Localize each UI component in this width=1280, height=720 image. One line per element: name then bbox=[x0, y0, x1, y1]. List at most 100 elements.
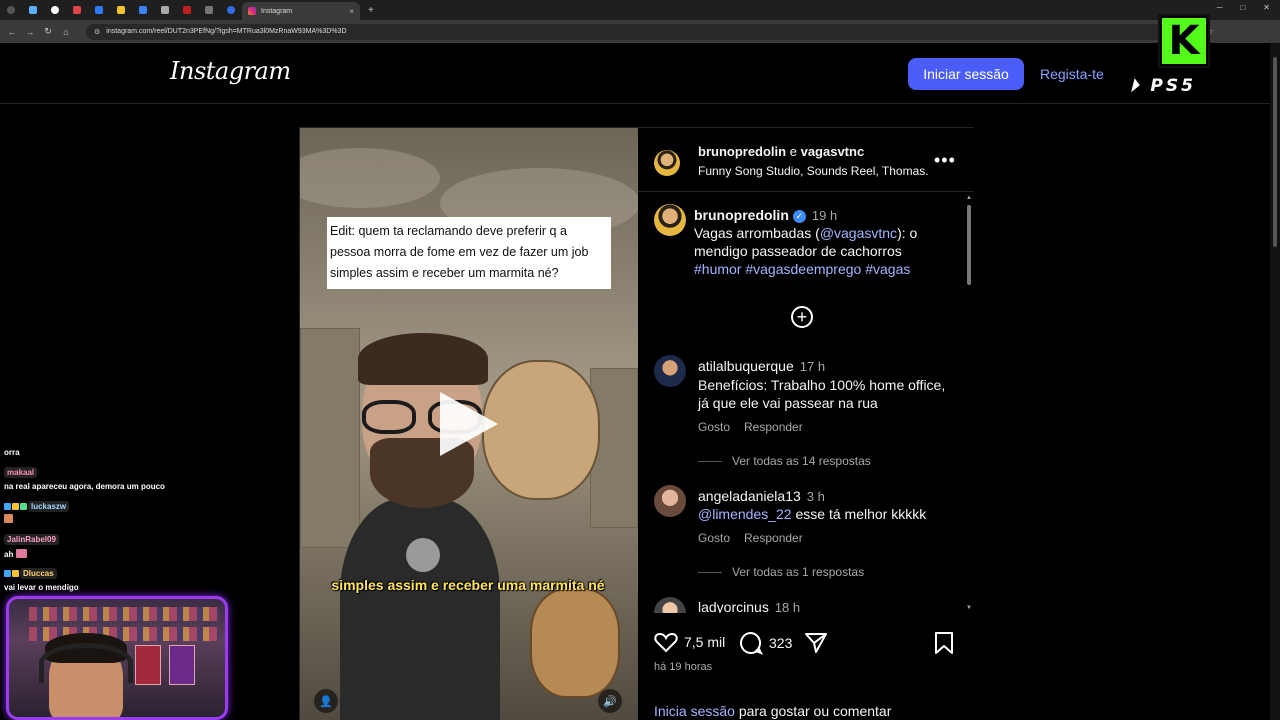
caption-avatar[interactable] bbox=[654, 204, 686, 236]
add-icon[interactable]: + bbox=[791, 306, 813, 328]
comment-username[interactable]: angeladaniela13 bbox=[698, 488, 801, 504]
login-button[interactable]: Iniciar sessão bbox=[908, 58, 1024, 90]
chat-emote bbox=[4, 514, 14, 524]
man-hair bbox=[358, 333, 488, 385]
instagram-logo[interactable]: Instagram bbox=[170, 57, 291, 85]
play-icon[interactable] bbox=[440, 392, 498, 456]
reply-button[interactable]: Responder bbox=[744, 420, 803, 434]
chat-username: Dluccas bbox=[20, 568, 57, 579]
save-button[interactable] bbox=[934, 631, 954, 655]
author-avatar[interactable] bbox=[654, 150, 680, 176]
share-button[interactable] bbox=[804, 631, 828, 655]
reel-video[interactable]: Edit: quem ta reclamando deve preferir q… bbox=[300, 128, 638, 720]
chat-message-row: ah bbox=[4, 549, 28, 559]
page-scrollbar[interactable] bbox=[1270, 43, 1280, 720]
back-icon[interactable]: ← bbox=[6, 27, 18, 37]
page-scrollbar-thumb[interactable] bbox=[1273, 57, 1277, 247]
caption-username[interactable]: brunopredolin bbox=[694, 207, 789, 223]
send-icon bbox=[805, 633, 827, 653]
reload-icon[interactable]: ↻ bbox=[42, 26, 54, 37]
chat-username: makaal bbox=[4, 467, 38, 478]
tab-favicon-7[interactable] bbox=[154, 2, 176, 18]
video-cloud bbox=[300, 148, 440, 208]
view-replies-label[interactable]: Ver todas as 14 respostas bbox=[732, 454, 871, 468]
reply-button[interactable]: Responder bbox=[744, 531, 803, 545]
more-options-icon[interactable]: ••• bbox=[934, 150, 956, 171]
like-comment-button[interactable]: Gosto bbox=[698, 531, 730, 545]
caption-text-part: Vagas arrombadas ( bbox=[694, 225, 820, 241]
caption-hashtags[interactable]: #humor #vagasdeemprego #vagas bbox=[694, 261, 910, 277]
tab-favicon-6[interactable] bbox=[132, 2, 154, 18]
tab-search-icon[interactable] bbox=[0, 2, 22, 18]
comment-username[interactable]: atilalbuquerque bbox=[698, 358, 794, 374]
view-replies[interactable]: Ver todas as 14 respostas bbox=[698, 454, 871, 468]
caption-mention[interactable]: @vagasvtnc bbox=[820, 225, 897, 241]
verified-icon: ✓ bbox=[792, 210, 806, 223]
chat-badge-icon bbox=[4, 570, 11, 577]
like-button[interactable]: 7,5 mil bbox=[654, 631, 725, 653]
browser-tab-bar: Instagram × + ─ □ ✕ bbox=[0, 0, 1280, 20]
forward-icon[interactable]: → bbox=[24, 27, 36, 37]
maximize-icon[interactable]: □ bbox=[1240, 3, 1245, 12]
chat-badge-icon bbox=[4, 503, 11, 510]
tagged-user-icon[interactable]: 👤 bbox=[314, 689, 338, 713]
view-replies-label[interactable]: Ver todas as 1 respostas bbox=[732, 565, 864, 579]
tab-instagram[interactable]: Instagram × bbox=[242, 2, 360, 20]
post-actions: 7,5 mil 323 há 19 horas Inicia sessão pa… bbox=[638, 614, 974, 720]
heart-icon bbox=[654, 632, 678, 653]
url-text: instagram.com/reel/DUT2n3PEfNg/?igsh=MTR… bbox=[106, 28, 347, 35]
new-tab-button[interactable]: + bbox=[368, 5, 374, 16]
chat-username: luckaszw bbox=[28, 501, 70, 512]
post-authors: brunopredolin e vagasvtnc bbox=[698, 144, 864, 159]
comment-avatar[interactable] bbox=[654, 355, 686, 387]
login-prompt: Inicia sessão para gostar ou comentar bbox=[654, 703, 891, 719]
tab-favicon-8[interactable] bbox=[176, 2, 198, 18]
chat-message: ah bbox=[4, 550, 14, 559]
post-age: há 19 horas bbox=[654, 661, 713, 673]
tab-favicon-1[interactable] bbox=[22, 2, 44, 18]
url-field[interactable]: ⚙ instagram.com/reel/DUT2n3PEfNg/?igsh=M… bbox=[86, 23, 1166, 40]
like-comment-button[interactable]: Gosto bbox=[698, 420, 730, 434]
site-info-icon[interactable]: ⚙ bbox=[94, 28, 100, 36]
scroll-down-icon[interactable]: ▼ bbox=[966, 605, 972, 611]
comment-button[interactable]: 323 bbox=[739, 631, 792, 655]
minimize-icon[interactable]: ─ bbox=[1217, 3, 1223, 12]
author-link-2[interactable]: vagasvtnc bbox=[801, 144, 865, 159]
login-prompt-link[interactable]: Inicia sessão bbox=[654, 703, 735, 719]
tab-favicon-5[interactable] bbox=[110, 2, 132, 18]
streamer-webcam bbox=[6, 596, 228, 720]
comment-avatar[interactable] bbox=[654, 597, 686, 613]
tab-favicon-10[interactable] bbox=[220, 2, 242, 18]
comment-actions: Gosto Responder bbox=[698, 531, 803, 545]
tab-title: Instagram bbox=[261, 7, 293, 15]
comment-mention[interactable]: @limendes_22 bbox=[698, 506, 792, 522]
comment-icon bbox=[740, 631, 763, 655]
ps5-label: PS5 bbox=[1150, 76, 1196, 96]
tab-favicon-9[interactable] bbox=[198, 2, 220, 18]
comments-count: 323 bbox=[769, 635, 793, 651]
window-close-icon[interactable]: ✕ bbox=[1263, 3, 1270, 12]
comments-scrollbar-thumb[interactable] bbox=[967, 205, 971, 285]
author-link-1[interactable]: brunopredolin bbox=[698, 144, 786, 159]
tab-close-icon[interactable]: × bbox=[349, 7, 354, 16]
home-icon[interactable]: ⌂ bbox=[60, 27, 72, 37]
man-shirt bbox=[340, 498, 500, 720]
signup-link[interactable]: Regista-te bbox=[1040, 66, 1104, 82]
instagram-header: Instagram Iniciar sessão Regista-te bbox=[0, 43, 1270, 104]
comment-avatar[interactable] bbox=[654, 485, 686, 517]
comment-text: Benefícios: Trabalho 100% home office, j… bbox=[698, 377, 946, 411]
comments-scrollbar[interactable]: ▲ ▼ bbox=[965, 193, 973, 613]
video-caption-box: Edit: quem ta reclamando deve preferir q… bbox=[327, 217, 611, 289]
bookmark-icon bbox=[935, 632, 953, 654]
webcam-poster bbox=[135, 645, 161, 685]
scroll-up-icon[interactable]: ▲ bbox=[966, 195, 972, 201]
tab-favicon-3[interactable] bbox=[66, 2, 88, 18]
tab-favicon-2[interactable] bbox=[44, 2, 66, 18]
audio-info[interactable]: Funny Song Studio, Sounds Reel, Thomas..… bbox=[698, 164, 928, 178]
headset-icon bbox=[39, 643, 133, 683]
kick-logo: K bbox=[1158, 14, 1210, 68]
tab-favicon-4[interactable] bbox=[88, 2, 110, 18]
volume-icon[interactable]: 🔊 bbox=[598, 689, 622, 713]
view-replies[interactable]: Ver todas as 1 respostas bbox=[698, 565, 864, 579]
comment-username[interactable]: ladyorcinus bbox=[698, 599, 769, 613]
